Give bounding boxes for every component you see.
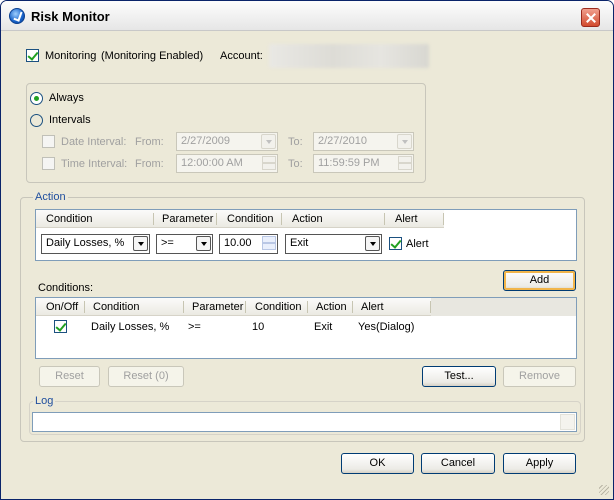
date-to-value: 2/27/2010: [318, 135, 367, 147]
date-to-label: To:: [288, 136, 303, 148]
monitoring-checkbox[interactable]: [26, 49, 39, 62]
header-action: Action: [316, 301, 347, 313]
monitoring-label: Monitoring: [45, 50, 97, 62]
header-action: Action: [292, 213, 323, 225]
date-from-picker[interactable]: 2/27/2009: [176, 132, 278, 151]
reset-zero-button[interactable]: Reset (0): [108, 366, 184, 387]
always-label: Always: [49, 92, 84, 104]
table-row[interactable]: Daily Losses, % >= 10 Exit Yes(Dialog): [36, 318, 576, 336]
remove-button[interactable]: Remove: [503, 366, 576, 387]
parameter-select-value: >=: [161, 237, 174, 249]
apply-button[interactable]: Apply: [503, 453, 576, 474]
action-select-value: Exit: [290, 237, 309, 249]
header-filler: [431, 298, 576, 316]
time-to-spinner[interactable]: 11:59:59 PM: [313, 154, 414, 173]
alert-label: Alert: [406, 238, 429, 250]
chevron-down-icon[interactable]: [365, 236, 380, 251]
spinner-arrows-icon[interactable]: [398, 156, 412, 171]
close-icon[interactable]: [581, 8, 600, 27]
header-condition: Condition: [46, 213, 93, 225]
time-from-value: 12:00:00 AM: [181, 157, 243, 169]
add-button[interactable]: Add: [503, 270, 576, 291]
action-group-title: Action: [33, 191, 68, 203]
row-alert: Yes(Dialog): [358, 321, 415, 333]
time-from-spinner[interactable]: 12:00:00 AM: [176, 154, 278, 173]
action-editor-header: Condition Parameter Condition Action Ale…: [36, 210, 444, 228]
date-interval-label: Date Interval:: [61, 136, 127, 148]
window-title: Risk Monitor: [31, 9, 110, 24]
row-action: Exit: [314, 321, 333, 333]
header-separator: [384, 213, 385, 225]
resize-grip-icon[interactable]: [599, 485, 609, 495]
header-separator: [443, 213, 444, 225]
action-select[interactable]: Exit: [285, 234, 382, 254]
time-to-label: To:: [288, 158, 303, 170]
intervals-radio[interactable]: [30, 114, 43, 127]
intervals-label: Intervals: [49, 114, 94, 126]
log-group-title: Log: [33, 395, 56, 407]
header-separator: [183, 301, 184, 313]
conditions-table-header: On/Off Condition Parameter Condition Act…: [36, 298, 431, 316]
date-interval-checkbox[interactable]: [42, 135, 55, 148]
row-condition: Daily Losses, %: [91, 321, 170, 333]
header-separator: [216, 213, 217, 225]
header-separator: [281, 213, 282, 225]
header-condition: Condition: [93, 301, 140, 313]
header-separator: [84, 301, 85, 313]
chevron-down-icon[interactable]: [261, 134, 276, 149]
monitoring-status: (Monitoring Enabled): [101, 50, 204, 62]
chevron-down-icon[interactable]: [397, 134, 412, 149]
cancel-button[interactable]: Cancel: [421, 453, 495, 474]
chevron-down-icon[interactable]: [196, 236, 211, 251]
header-threshold: Condition: [227, 213, 274, 225]
header-separator: [245, 301, 246, 313]
row-value: 10: [252, 321, 265, 333]
time-interval-label: Time Interval:: [61, 158, 128, 170]
conditions-label: Conditions:: [38, 282, 94, 294]
header-parameter: Parameter: [192, 301, 244, 313]
account-field-blurred[interactable]: [269, 44, 429, 68]
conditions-table: On/Off Condition Parameter Condition Act…: [35, 297, 577, 359]
app-icon: [9, 8, 25, 24]
title-bar: Risk Monitor: [1, 1, 613, 31]
time-interval-checkbox[interactable]: [42, 157, 55, 170]
ok-button[interactable]: OK: [341, 453, 414, 474]
header-alert: Alert: [395, 213, 418, 225]
reset-button[interactable]: Reset: [39, 366, 100, 387]
header-separator: [352, 301, 353, 313]
time-from-label: From:: [135, 158, 164, 170]
threshold-value: 10.00: [224, 237, 252, 249]
test-button[interactable]: Test...: [422, 366, 496, 387]
log-scroll-arrows-icon[interactable]: [560, 414, 575, 430]
date-from-label: From:: [135, 136, 164, 148]
chevron-down-icon[interactable]: [133, 236, 148, 251]
account-label: Account:: [220, 50, 263, 62]
header-on-off: On/Off: [46, 301, 79, 313]
risk-monitor-window: Risk Monitor Monitoring (Monitoring Enab…: [0, 0, 614, 500]
condition-select-value: Daily Losses, %: [46, 237, 125, 249]
header-alert: Alert: [361, 301, 384, 313]
parameter-select[interactable]: >=: [156, 234, 213, 254]
header-separator: [153, 213, 154, 225]
log-field[interactable]: [32, 412, 577, 432]
spinner-arrows-icon[interactable]: [262, 156, 276, 171]
row-parameter: >=: [188, 321, 201, 333]
condition-select[interactable]: Daily Losses, %: [41, 234, 150, 254]
alert-checkbox[interactable]: [389, 237, 402, 250]
time-to-value: 11:59:59 PM: [318, 157, 380, 169]
header-separator: [307, 301, 308, 313]
header-parameter: Parameter: [162, 213, 214, 225]
header-threshold: Condition: [255, 301, 302, 313]
row-on-checkbox[interactable]: [54, 320, 67, 333]
date-from-value: 2/27/2009: [181, 135, 230, 147]
spinner-arrows-icon[interactable]: [262, 236, 276, 251]
threshold-spinner[interactable]: 10.00: [219, 234, 278, 254]
always-radio[interactable]: [30, 92, 43, 105]
date-to-picker[interactable]: 2/27/2010: [313, 132, 414, 151]
